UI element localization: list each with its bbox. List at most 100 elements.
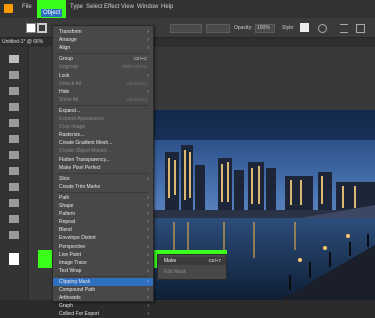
menu-item-hide[interactable]: Hide ›	[53, 88, 153, 96]
brush-field[interactable]	[206, 24, 230, 33]
menu-item-label: Expand...	[59, 107, 81, 114]
menu-item-label: Expand Appearance	[59, 116, 105, 122]
selection-tool-icon[interactable]	[9, 55, 19, 63]
menu-item-label: Create Object Mosaic...	[59, 148, 112, 155]
menu-item-graph[interactable]: Graph ›	[53, 302, 153, 310]
menu-item-label: Slice	[59, 175, 70, 182]
submenu-arrow-icon: ›	[147, 211, 149, 218]
style-swatch-icon[interactable]	[300, 23, 309, 32]
menu-item-unlock-all: Unlock All Alt+Ctrl+2	[53, 80, 153, 88]
stroke-swatch-icon[interactable]	[37, 23, 47, 33]
menu-item-label: Flatten Transparency...	[59, 156, 110, 163]
object-menu: Transform › Arrange › Align › Group Ctrl+G Ungro…	[52, 25, 154, 317]
menu-item-perspective[interactable]: Perspective ›	[53, 243, 153, 251]
menu-item-shape[interactable]: Shape ›	[53, 202, 153, 210]
brush-tool-icon[interactable]	[9, 151, 19, 159]
menu-item-text-wrap[interactable]: Text Wrap ›	[53, 267, 153, 275]
fill-stroke-icon[interactable]	[9, 253, 19, 265]
eyedropper-tool-icon[interactable]	[9, 199, 19, 207]
menu-item-label: Compound Path	[59, 287, 96, 293]
menu-separator	[57, 53, 149, 55]
hand-tool-icon[interactable]	[9, 215, 19, 223]
menu-item-pattern[interactable]: Pattern ›	[53, 210, 153, 218]
submenu-arrow-icon: ›	[147, 203, 149, 209]
menu-window[interactable]: Window	[137, 4, 158, 10]
pen-tool-icon[interactable]	[9, 87, 19, 95]
menu-item-label: Lock	[59, 72, 70, 79]
transform-icon[interactable]	[356, 24, 365, 33]
menu-item-create-gradient-mesh[interactable]: Create Gradient Mesh...	[53, 139, 153, 147]
menu-item-label: Repeat	[59, 219, 76, 226]
menu-item-label: Collect For Export	[59, 311, 100, 318]
menu-item-artboards[interactable]: Artboards ›	[53, 294, 153, 302]
menu-item-crop-image: Crop Image	[53, 123, 153, 131]
menu-item-expand[interactable]: Expand...	[53, 107, 153, 115]
menu-item-compound-path[interactable]: Compound Path ›	[53, 286, 153, 294]
submenu-item-label: Edit Mask	[164, 269, 186, 275]
submenu-arrow-icon: ›	[147, 227, 149, 234]
menu-item-collect-for-export[interactable]: Collect For Export ›	[53, 310, 153, 318]
submenu-arrow-icon: ›	[147, 175, 149, 182]
menu-item-expand-appearance: Expand Appearance	[53, 115, 153, 123]
line-tool-icon[interactable]	[9, 119, 19, 127]
submenu-arrow-icon: ›	[147, 287, 149, 293]
stroke-profile-field[interactable]	[170, 24, 202, 33]
menu-item-slice[interactable]: Slice ›	[53, 175, 153, 183]
menu-item-flatten-transparency[interactable]: Flatten Transparency...	[53, 156, 153, 164]
menu-item-label: Hide	[59, 88, 70, 95]
rectangle-tool-icon[interactable]	[9, 135, 19, 143]
menu-item-label: Unlock All	[59, 80, 81, 87]
menu-item-label: Image Trace	[59, 259, 87, 266]
document-tab[interactable]: Untitled-1* @ 66%	[2, 39, 43, 45]
menu-item-label: Show All	[59, 96, 79, 103]
submenu-item-edit-mask: Edit Mask	[158, 268, 226, 276]
menu-item-rasterize[interactable]: Rasterize...	[53, 131, 153, 139]
scale-tool-icon[interactable]	[9, 183, 19, 191]
menu-select[interactable]: Select	[86, 4, 103, 10]
type-tool-icon[interactable]	[9, 103, 19, 111]
menu-item-label: Rasterize...	[59, 132, 85, 139]
menu-object[interactable]: Object	[41, 9, 63, 17]
menu-item-shortcut: Ctrl+G	[133, 56, 147, 62]
menu-item-label: Envelope Distort	[59, 235, 96, 242]
menu-effect[interactable]: Effect	[104, 4, 119, 10]
menu-item-label: Ungroup	[59, 64, 79, 71]
submenu-arrow-icon: ›	[147, 311, 149, 318]
menu-bar: File Object Type Select Effect View Wind…	[0, 0, 375, 24]
direct-selection-tool-icon[interactable]	[9, 71, 19, 79]
menu-view[interactable]: View	[121, 4, 134, 10]
menu-item-label: Live Paint	[59, 251, 81, 258]
menu-help[interactable]: Help	[161, 4, 173, 10]
menu-file[interactable]: File	[22, 4, 32, 10]
menu-type[interactable]: Type	[70, 4, 83, 10]
menu-item-arrange[interactable]: Arrange ›	[53, 36, 153, 44]
menu-item-clipping-mask[interactable]: Clipping Mask ›	[53, 277, 153, 286]
menu-item-shortcut: Alt+Ctrl+3	[126, 96, 147, 102]
menu-item-label: Blend	[59, 227, 72, 234]
menu-item-group[interactable]: Group Ctrl+G	[53, 55, 153, 63]
fill-swatch-icon[interactable]	[26, 23, 36, 33]
rotate-tool-icon[interactable]	[9, 167, 19, 175]
menu-item-blend[interactable]: Blend ›	[53, 226, 153, 234]
menu-item-create-trim-marks[interactable]: Create Trim Marks	[53, 183, 153, 191]
menu-item-lock[interactable]: Lock ›	[53, 72, 153, 80]
menu-item-image-trace[interactable]: Image Trace ›	[53, 259, 153, 267]
menu-item-repeat[interactable]: Repeat ›	[53, 218, 153, 226]
submenu-arrow-icon: ›	[147, 235, 149, 242]
menu-item-label: Align	[59, 45, 71, 52]
menu-item-label: Transform	[59, 29, 82, 35]
app-logo-icon	[4, 4, 13, 13]
menu-item-label: Arrange	[59, 37, 77, 44]
menu-item-envelope-distort[interactable]: Envelope Distort ›	[53, 234, 153, 242]
menu-item-label: Graph	[59, 303, 73, 310]
menu-item-path[interactable]: Path ›	[53, 194, 153, 202]
menu-item-align[interactable]: Align ›	[53, 44, 153, 52]
zoom-tool-icon[interactable]	[9, 231, 19, 239]
submenu-item-make[interactable]: Make Ctrl+7	[158, 257, 226, 265]
menu-item-make-pixel-perfect[interactable]: Make Pixel Perfect	[53, 164, 153, 172]
align-icon[interactable]	[340, 24, 348, 33]
menu-item-shortcut: Shift+Ctrl+G	[121, 64, 147, 70]
menu-item-transform[interactable]: Transform ›	[53, 28, 153, 36]
menu-item-live-paint[interactable]: Live Paint ›	[53, 251, 153, 259]
graphic-style-icon[interactable]	[318, 24, 327, 33]
